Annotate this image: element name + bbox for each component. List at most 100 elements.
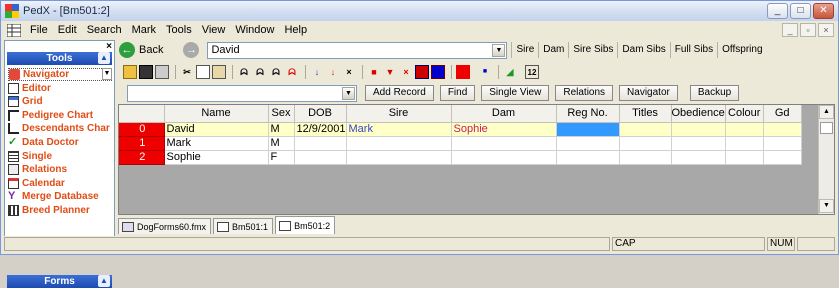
mdi-grid-icon[interactable] xyxy=(7,23,21,37)
open-folder-icon[interactable] xyxy=(123,64,137,79)
name-cell[interactable]: Sophie xyxy=(164,150,269,165)
reg-no-cell[interactable] xyxy=(556,122,620,137)
titles-cell[interactable] xyxy=(619,150,672,165)
find-prev-icon[interactable]: ᗣ xyxy=(269,65,283,79)
add-record-button[interactable]: Add Record xyxy=(365,85,434,101)
red-color-icon[interactable] xyxy=(456,64,470,79)
table-row[interactable]: 0 David M 12/9/2001 Mark Sophie xyxy=(119,122,802,137)
row-number-cell[interactable]: 2 xyxy=(119,150,165,165)
unmark-icon[interactable]: × xyxy=(399,65,413,79)
menu-search[interactable]: Search xyxy=(82,24,127,36)
gd-cell[interactable] xyxy=(763,136,802,151)
nav-link-dam[interactable]: Dam xyxy=(538,42,568,58)
find-next-icon[interactable]: ᗣ xyxy=(253,65,267,79)
nav-link-full-sibs[interactable]: Full Sibs xyxy=(669,42,717,58)
menu-mark[interactable]: Mark xyxy=(127,24,161,36)
menu-view[interactable]: View xyxy=(197,24,231,36)
mdi-close-button[interactable]: × xyxy=(818,23,834,37)
find-button[interactable]: Find xyxy=(439,85,476,101)
single-view-button[interactable]: Single View xyxy=(481,85,550,101)
menu-help[interactable]: Help xyxy=(279,24,312,36)
collapse-arrow-icon[interactable]: ▲ xyxy=(98,52,110,64)
column-header-sex[interactable]: Sex xyxy=(268,105,295,123)
sire-cell[interactable] xyxy=(346,150,452,165)
sort-clear-icon[interactable]: × xyxy=(342,65,356,79)
save-icon[interactable] xyxy=(139,64,153,79)
minimize-button[interactable]: _ xyxy=(767,3,788,19)
blue-color-icon[interactable]: ■ xyxy=(478,65,492,79)
invert-mark-icon[interactable] xyxy=(431,64,445,79)
dropdown-arrow-icon[interactable]: ▼ xyxy=(342,86,355,100)
sidebar-item-pedigree-chart[interactable]: Pedigree Chart xyxy=(8,109,112,122)
find-mark-icon[interactable]: ᗣ xyxy=(285,65,299,79)
colour-cell[interactable] xyxy=(725,122,764,137)
titles-cell[interactable] xyxy=(619,136,672,151)
name-cell[interactable]: David xyxy=(164,122,269,137)
row-number-cell[interactable]: 1 xyxy=(119,136,165,151)
obedience-cell[interactable] xyxy=(671,136,726,151)
nav-link-dam-sibs[interactable]: Dam Sibs xyxy=(617,42,669,58)
column-header-dob[interactable]: DOB xyxy=(294,105,347,123)
mdi-minimize-button[interactable]: _ xyxy=(782,23,798,37)
current-dog-select[interactable]: David ▼ xyxy=(207,41,508,59)
column-header-colour[interactable]: Colour xyxy=(725,105,764,123)
filter-icon[interactable]: ▼ xyxy=(383,65,397,79)
sort-desc-icon[interactable]: ↓ xyxy=(326,65,340,79)
tab-bm501-2[interactable]: Bm501:2 xyxy=(275,216,336,234)
sidebar-item-merge-database[interactable]: Y Merge Database xyxy=(8,190,112,203)
sort-asc-icon[interactable]: ↓ xyxy=(310,65,324,79)
scroll-up-icon[interactable]: ▲ xyxy=(819,105,834,119)
forward-arrow-icon[interactable]: → xyxy=(183,42,200,58)
find-icon[interactable]: ᗣ xyxy=(237,65,251,79)
column-header-sire[interactable]: Sire xyxy=(346,105,452,123)
close-button[interactable]: ✕ xyxy=(813,3,834,19)
scroll-thumb[interactable] xyxy=(820,122,833,134)
forms-header[interactable]: Forms ▲ xyxy=(7,275,112,288)
reg-no-cell[interactable] xyxy=(556,150,620,165)
mdi-restore-button[interactable]: ▫ xyxy=(800,23,816,37)
copy-icon[interactable] xyxy=(196,64,210,79)
sire-cell[interactable] xyxy=(346,136,452,151)
gd-cell[interactable] xyxy=(763,150,802,165)
mark-all-icon[interactable] xyxy=(415,64,429,79)
stats-chart-icon[interactable]: ◢ xyxy=(503,65,517,79)
nav-link-sire[interactable]: Sire xyxy=(511,42,538,58)
dob-cell[interactable]: 12/9/2001 xyxy=(294,122,347,137)
nav-link-sire-sibs[interactable]: Sire Sibs xyxy=(568,42,617,58)
column-header-reg-no[interactable]: Reg No. xyxy=(556,105,620,123)
obedience-cell[interactable] xyxy=(671,122,726,137)
scroll-down-icon[interactable]: ▼ xyxy=(819,199,834,213)
column-header-titles[interactable]: Titles xyxy=(619,105,672,123)
obedience-cell[interactable] xyxy=(671,150,726,165)
sidebar-item-relations[interactable]: Relations xyxy=(8,163,112,176)
sex-cell[interactable]: M xyxy=(268,122,295,137)
column-header-rownum[interactable] xyxy=(119,105,165,123)
maximize-button[interactable]: □ xyxy=(790,3,811,19)
filter-select[interactable]: ▼ xyxy=(127,84,357,102)
menu-window[interactable]: Window xyxy=(230,24,279,36)
sidebar-item-single[interactable]: Single xyxy=(8,150,112,163)
sidebar-item-calendar[interactable]: Calendar xyxy=(8,177,112,190)
sidebar-scroll-down-icon[interactable]: ▼ xyxy=(102,68,112,80)
gd-cell[interactable] xyxy=(763,122,802,137)
table-row[interactable]: 2 Sophie F xyxy=(119,150,802,165)
print-icon[interactable] xyxy=(155,64,169,79)
dam-cell[interactable] xyxy=(451,150,557,165)
sidebar-item-data-doctor[interactable]: ✓ Data Doctor xyxy=(8,136,112,149)
nav-link-offspring[interactable]: Offspring xyxy=(717,42,766,58)
menu-file[interactable]: File xyxy=(25,24,53,36)
reg-no-cell[interactable] xyxy=(556,136,620,151)
grid-vertical-scrollbar[interactable]: ▲ ▼ xyxy=(818,105,834,214)
column-header-obedience[interactable]: Obedience xyxy=(671,105,726,123)
sire-cell[interactable]: Mark xyxy=(346,122,452,137)
sidebar-item-grid[interactable]: Grid xyxy=(8,95,112,108)
sidebar-item-breed-planner[interactable]: Breed Planner xyxy=(8,204,112,217)
tab-bm501-1[interactable]: Bm501:1 xyxy=(213,218,274,234)
menu-tools[interactable]: Tools xyxy=(161,24,197,36)
menu-edit[interactable]: Edit xyxy=(53,24,82,36)
sidebar-item-editor[interactable]: Editor xyxy=(8,82,112,95)
dob-cell[interactable] xyxy=(294,136,347,151)
table-row[interactable]: 1 Mark M xyxy=(119,136,802,151)
dob-cell[interactable] xyxy=(294,150,347,165)
backup-button[interactable]: Backup xyxy=(689,85,740,101)
